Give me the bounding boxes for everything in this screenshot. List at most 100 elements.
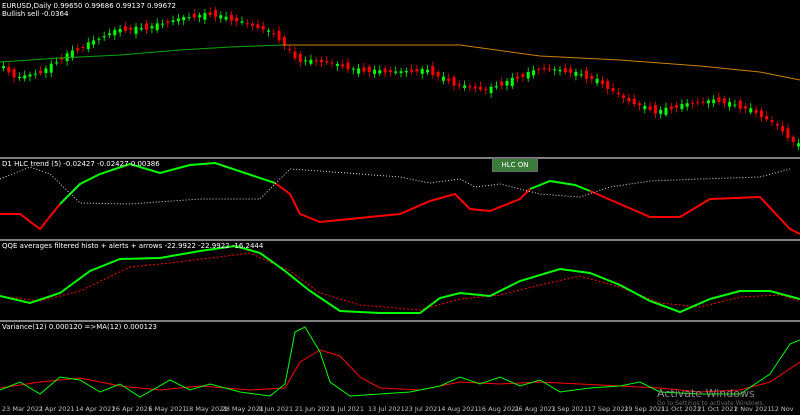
candle-body — [362, 67, 366, 72]
candle-body — [203, 13, 207, 20]
hlc-trend-pane[interactable]: D1 HLC trend (5) -0.02427 -0.02427 0.003… — [0, 159, 800, 239]
candle-body — [251, 23, 255, 26]
variance-ma-line — [0, 349, 800, 393]
hlc-trend-line — [589, 190, 800, 235]
time-axis-label: 9 Jun 2021 — [258, 405, 294, 413]
candle-body — [521, 74, 525, 77]
candle-body — [532, 70, 535, 76]
candle-body — [415, 68, 419, 72]
candle-body — [357, 68, 361, 74]
time-axis-label: 26 Aug 2021 — [514, 405, 557, 413]
candle-body — [749, 108, 753, 113]
candle-body — [632, 98, 636, 105]
candle-body — [733, 104, 737, 106]
candle-body — [7, 66, 11, 73]
candle-body — [17, 76, 21, 78]
candle-body — [616, 92, 620, 95]
candle-body — [765, 116, 769, 120]
candle-body — [155, 23, 159, 31]
candle-body — [701, 101, 705, 103]
candle-body — [675, 105, 679, 108]
candle-body — [145, 23, 149, 30]
hlc-trend-line — [0, 203, 61, 231]
candle-body — [293, 51, 297, 59]
hlc-on-button[interactable]: HLC ON — [492, 158, 538, 172]
candle-body — [235, 17, 239, 22]
time-axis-label: 23 Jul 2021 — [404, 405, 442, 413]
hlc-trend-dotted-line — [0, 166, 791, 205]
candle-body — [108, 33, 111, 36]
activate-windows-hint: Go to Settings to activate Windows. — [657, 400, 765, 407]
candle-body — [2, 66, 5, 68]
candle-body — [484, 89, 488, 91]
candle-body — [182, 17, 186, 21]
candle-body — [653, 104, 657, 114]
candle-body — [261, 25, 265, 30]
candle-body — [330, 62, 334, 64]
candle-body — [208, 12, 212, 16]
candle-body — [245, 23, 249, 25]
qqe-signal-line — [0, 252, 800, 311]
time-axis-label: 6 May 2021 — [148, 405, 187, 413]
candle-body — [86, 42, 90, 50]
candle-body — [187, 17, 191, 19]
candle-body — [643, 105, 647, 110]
candle-body — [547, 68, 551, 70]
candle-body — [161, 23, 164, 25]
time-axis-label: 7 Sep 2021 — [551, 405, 589, 413]
time-axis-label: 2 Apr 2021 — [38, 405, 75, 413]
candle-body — [738, 100, 742, 109]
candle-body — [489, 86, 493, 94]
hlc-trend-chart — [0, 161, 800, 235]
candle-body — [775, 123, 779, 126]
candle-body — [659, 109, 663, 114]
candle-body — [452, 77, 456, 86]
candle-body — [373, 69, 376, 74]
candle-body — [569, 68, 573, 73]
candle-body — [150, 26, 154, 29]
candle-body — [600, 80, 604, 85]
candle-body — [781, 126, 785, 132]
candle-body — [240, 21, 244, 23]
candle-body — [304, 60, 308, 62]
candle-body — [341, 64, 345, 67]
candle-body — [680, 104, 684, 110]
candle-body — [404, 71, 408, 73]
candle-body — [367, 66, 371, 73]
candle-body — [537, 69, 541, 71]
candle-body — [669, 106, 673, 110]
time-axis-label: 17 Sep 2021 — [587, 405, 629, 413]
candle-body — [664, 107, 668, 115]
candle-body — [224, 16, 228, 20]
candle-body — [309, 59, 313, 64]
candle-body — [463, 85, 467, 88]
candle-body — [282, 37, 286, 45]
candle-body — [214, 10, 217, 17]
candle-body — [192, 13, 196, 18]
candle-body — [410, 69, 414, 72]
candle-body — [759, 110, 763, 118]
candle-body — [712, 99, 716, 104]
candle-body — [479, 86, 482, 90]
qqe-chart — [0, 244, 800, 314]
candle-body — [288, 49, 292, 51]
candle-body — [394, 71, 398, 73]
candle-body — [378, 70, 382, 74]
candle-body — [139, 28, 143, 30]
candle-body — [171, 20, 175, 22]
candle-body — [558, 69, 562, 72]
candle-body — [685, 103, 689, 107]
candle-body — [728, 102, 732, 107]
time-axis-label: 13 Jul 2021 — [368, 405, 405, 413]
candle-body — [542, 67, 546, 69]
time-axis-label: 12 Nov — [770, 405, 794, 413]
candle-body — [49, 63, 53, 73]
candle-body — [44, 68, 48, 73]
qqe-pane[interactable]: QQE averages filtered histo + alerts + a… — [0, 241, 800, 320]
candle-body — [722, 98, 726, 104]
candle-body — [277, 30, 281, 41]
candle-body — [516, 76, 520, 79]
price-chart-pane[interactable]: EURUSD,Daily 0.99650 0.99686 0.99137 0.9… — [0, 0, 800, 158]
variance-label: Variance(12) 0.000120 =>MA(12) 0.000123 — [2, 323, 158, 331]
candle-body — [420, 68, 424, 74]
